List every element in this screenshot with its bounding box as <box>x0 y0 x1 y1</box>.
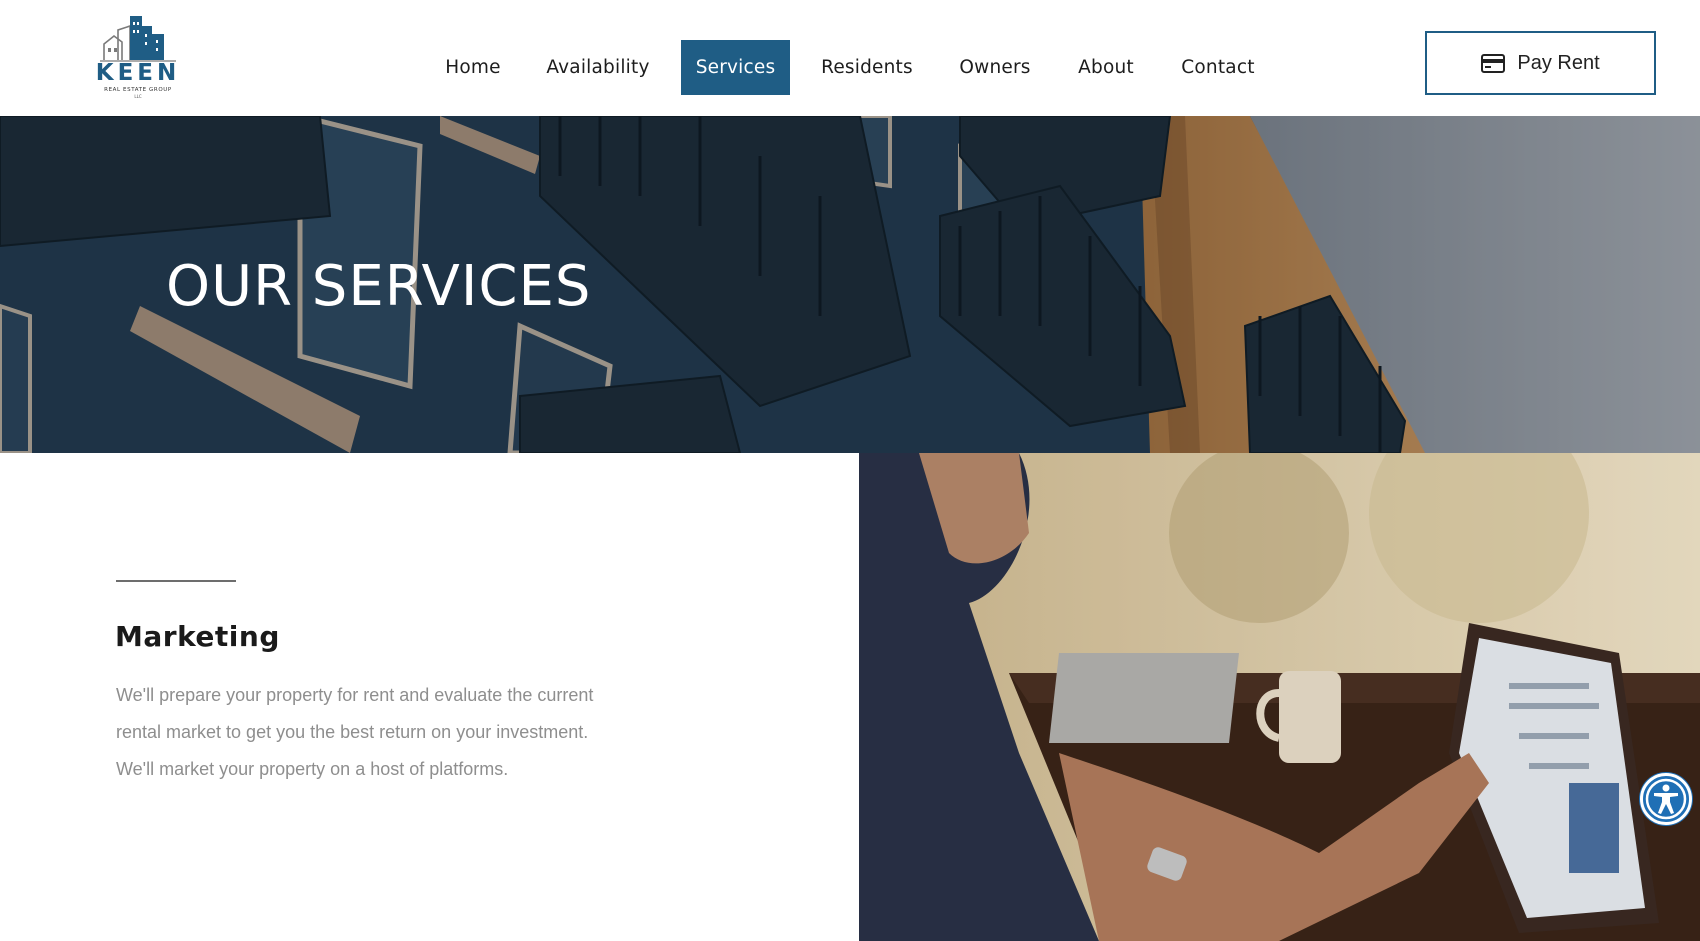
section-description: We'll prepare your property for rent and… <box>116 685 594 779</box>
section-divider <box>116 580 236 582</box>
site-header: KEEN REAL ESTATE GROUP LLC Home Availabi… <box>0 0 1700 116</box>
page-title: OUR SERVICES <box>166 254 592 319</box>
section-title: Marketing <box>115 620 280 653</box>
hero-banner: OUR SERVICES <box>0 116 1700 453</box>
credit-card-icon <box>1481 53 1506 73</box>
man-with-tablet-image <box>859 453 1700 941</box>
nav-item-availability[interactable]: Availability <box>536 40 660 95</box>
service-section: Marketing We'll prepare your property fo… <box>0 453 859 941</box>
nav-item-about[interactable]: About <box>1069 40 1143 95</box>
nav-item-owners[interactable]: Owners <box>952 40 1038 95</box>
main-nav: Home Availability Services Residents Own… <box>0 40 1300 95</box>
nav-item-home[interactable]: Home <box>432 40 514 95</box>
nav-item-residents[interactable]: Residents <box>812 40 922 95</box>
accessibility-button[interactable] <box>1640 773 1692 825</box>
tablet-user-image <box>859 453 1700 941</box>
pay-rent-label: Pay Rent <box>1517 51 1600 74</box>
nav-item-services[interactable]: Services <box>681 40 790 95</box>
nav-item-contact[interactable]: Contact <box>1174 40 1262 95</box>
accessibility-icon <box>1645 778 1687 820</box>
pay-rent-button[interactable]: Pay Rent <box>1425 31 1656 95</box>
